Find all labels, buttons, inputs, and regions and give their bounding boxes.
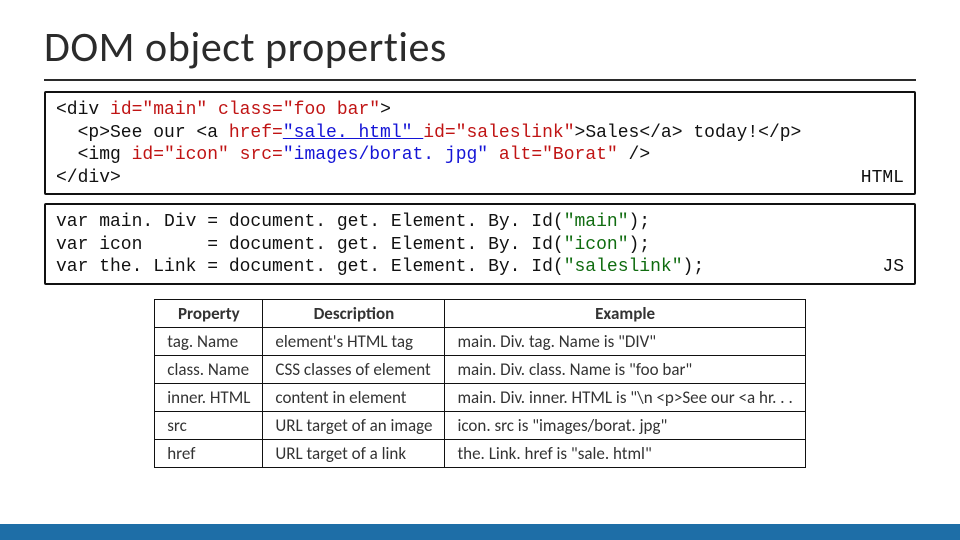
code-lang-label: JS bbox=[882, 256, 904, 279]
code-string: "main" bbox=[564, 212, 629, 232]
code-attr: id="saleslink" bbox=[423, 123, 574, 143]
code-text: /> bbox=[618, 145, 650, 165]
page-title: DOM object properties bbox=[44, 22, 916, 73]
cell-description: URL target of a link bbox=[263, 439, 445, 467]
code-text: ); bbox=[629, 212, 651, 232]
slide: DOM object properties <div id="main" cla… bbox=[0, 0, 960, 540]
code-attr: id="main" bbox=[110, 100, 207, 120]
properties-table: Property Description Example tag. Name e… bbox=[154, 299, 805, 468]
code-text bbox=[207, 100, 218, 120]
table-row: href URL target of a link the. Link. hre… bbox=[155, 439, 805, 467]
cell-description: element's HTML tag bbox=[263, 327, 445, 355]
table-row: class. Name CSS classes of element main.… bbox=[155, 355, 805, 383]
code-text: <p>See our <a bbox=[56, 123, 229, 143]
code-text: var icon = document. get. Element. By. I… bbox=[56, 235, 564, 255]
code-text: > bbox=[380, 100, 391, 120]
table-row: inner. HTML content in element main. Div… bbox=[155, 383, 805, 411]
title-rule bbox=[44, 79, 916, 81]
code-text: <img bbox=[56, 145, 132, 165]
cell-property: href bbox=[155, 439, 263, 467]
code-string: "saleslink" bbox=[564, 257, 683, 277]
col-header-property: Property bbox=[155, 299, 263, 327]
code-text: ); bbox=[629, 235, 651, 255]
cell-example: main. Div. class. Name is "foo bar" bbox=[445, 355, 805, 383]
js-code-box: var main. Div = document. get. Element. … bbox=[44, 203, 916, 285]
code-text: var main. Div = document. get. Element. … bbox=[56, 212, 564, 232]
code-src-value: "images/borat. jpg" bbox=[283, 145, 499, 165]
cell-example: the. Link. href is "sale. html" bbox=[445, 439, 805, 467]
cell-property: tag. Name bbox=[155, 327, 263, 355]
code-text: var the. Link = document. get. Element. … bbox=[56, 257, 564, 277]
code-attr: src= bbox=[240, 145, 283, 165]
table-header-row: Property Description Example bbox=[155, 299, 805, 327]
table-row: src URL target of an image icon. src is … bbox=[155, 411, 805, 439]
html-code-box: <div id="main" class="foo bar"> <p>See o… bbox=[44, 91, 916, 195]
code-href-value: "sale. html" bbox=[283, 123, 423, 143]
cell-example: main. Div. tag. Name is "DIV" bbox=[445, 327, 805, 355]
code-text: >Sales</a> today!</p> bbox=[575, 123, 802, 143]
code-lang-label: HTML bbox=[861, 167, 904, 190]
cell-property: inner. HTML bbox=[155, 383, 263, 411]
code-attr: class="foo bar" bbox=[218, 100, 380, 120]
cell-property: class. Name bbox=[155, 355, 263, 383]
cell-example: main. Div. inner. HTML is "\n <p>See our… bbox=[445, 383, 805, 411]
code-string: "icon" bbox=[564, 235, 629, 255]
table-row: tag. Name element's HTML tag main. Div. … bbox=[155, 327, 805, 355]
col-header-description: Description bbox=[263, 299, 445, 327]
cell-description: URL target of an image bbox=[263, 411, 445, 439]
cell-description: content in element bbox=[263, 383, 445, 411]
footer-accent-bar bbox=[0, 524, 960, 540]
col-header-example: Example bbox=[445, 299, 805, 327]
code-text bbox=[229, 145, 240, 165]
cell-description: CSS classes of element bbox=[263, 355, 445, 383]
cell-property: src bbox=[155, 411, 263, 439]
code-attr: href= bbox=[229, 123, 283, 143]
code-text: ); bbox=[683, 257, 705, 277]
cell-example: icon. src is "images/borat. jpg" bbox=[445, 411, 805, 439]
code-attr: id="icon" bbox=[132, 145, 229, 165]
code-text: <div bbox=[56, 100, 110, 120]
code-text: </div> bbox=[56, 168, 121, 188]
code-attr: alt="Borat" bbox=[499, 145, 618, 165]
